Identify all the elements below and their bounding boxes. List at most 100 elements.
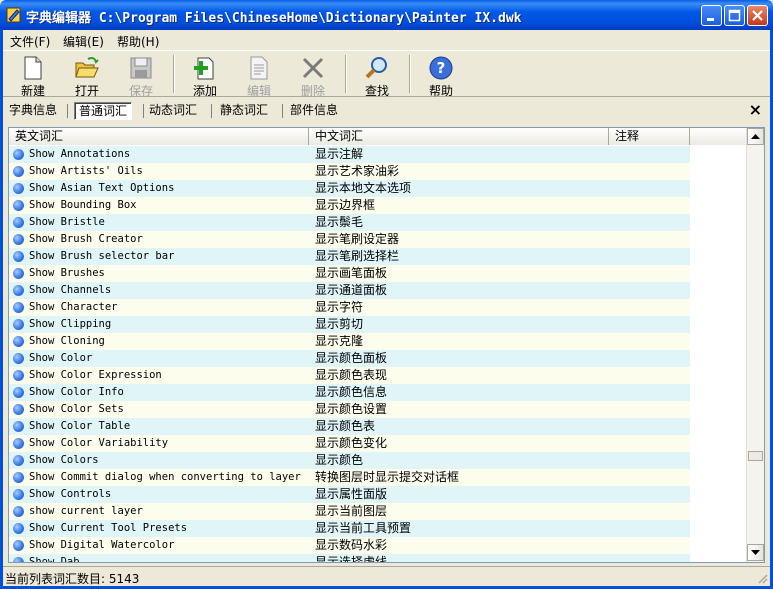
chinese-word: 显示颜色表现	[309, 367, 609, 384]
menu-help[interactable]: 帮助(H)	[117, 33, 159, 50]
english-cell: Show Color Sets	[9, 401, 309, 418]
english-cell: Show Brush selector bar	[9, 248, 309, 265]
maximize-button[interactable]	[724, 5, 745, 26]
add-button[interactable]: 添加	[179, 53, 231, 98]
table-row[interactable]: Show Asian Text Options 显示本地文本选项	[9, 180, 747, 197]
table-row[interactable]: Show Color 显示颜色面板	[9, 350, 747, 367]
header-chinese[interactable]: 中文词汇	[309, 128, 609, 145]
chinese-word: 显示艺术家油彩	[309, 163, 609, 180]
table-row[interactable]: Show Bounding Box 显示边界框	[9, 197, 747, 214]
header-english[interactable]: 英文词汇	[9, 128, 309, 145]
english-cell: Show Color Table	[9, 418, 309, 435]
word-bullet-icon	[13, 540, 24, 551]
new-button[interactable]: 新建	[7, 53, 59, 98]
table-row[interactable]: Show Commit dialog when converting to la…	[9, 469, 747, 486]
search-magnifier-icon	[365, 57, 387, 79]
maximize-icon	[728, 9, 741, 22]
tab-dynamic-words[interactable]: 动态词汇	[145, 102, 201, 120]
word-count-status: 当前列表词汇数目: 5143	[5, 572, 140, 586]
chinese-word: 显示颜色设置	[309, 401, 609, 418]
word-list[interactable]: 英文词汇 中文词汇 注释 Show Annotations 显示注解 Show Ar…	[8, 127, 765, 563]
table-row[interactable]: Show Bristle 显示鬃毛	[9, 214, 747, 231]
table-row[interactable]: Show Dab 显示选择虚线	[9, 554, 747, 563]
english-word: Show Digital Watercolor	[29, 539, 175, 551]
chinese-word: 显示数码水彩	[309, 537, 609, 554]
edit-label: 编辑	[246, 84, 271, 98]
tab-static-words[interactable]: 静态词汇	[216, 102, 272, 120]
chinese-word: 显示画笔面板	[309, 265, 609, 282]
english-word: Show Dab	[29, 556, 80, 563]
table-row[interactable]: Show Color Sets 显示颜色设置	[9, 401, 747, 418]
table-row[interactable]: Show Controls 显示属性面版	[9, 486, 747, 503]
table-row[interactable]: Show Color Expression 显示颜色表现	[9, 367, 747, 384]
english-word: Show Color Sets	[29, 403, 124, 415]
close-tab-icon[interactable]: ×	[749, 102, 762, 118]
scroll-thumb[interactable]	[748, 451, 763, 461]
chinese-word: 显示颜色面板	[309, 350, 609, 367]
chinese-word: 显示本地文本选项	[309, 180, 609, 197]
table-row[interactable]: Show Artists' Oils 显示艺术家油彩	[9, 163, 747, 180]
table-row[interactable]: Show Clipping 显示剪切	[9, 316, 747, 333]
add-label: 添加	[192, 84, 217, 98]
help-button[interactable]: ? 帮助	[415, 53, 467, 98]
scroll-down-button[interactable]	[747, 544, 764, 561]
header-note[interactable]: 注释	[609, 128, 690, 145]
tab-dict-info[interactable]: 字典信息	[5, 102, 61, 120]
note-cell	[609, 367, 690, 384]
english-cell: Show Clipping	[9, 316, 309, 333]
table-row[interactable]: Show Color Variability 显示颜色变化	[9, 435, 747, 452]
edit-button[interactable]: 编辑	[233, 53, 285, 98]
table-row[interactable]: Show Annotations 显示注解	[9, 146, 747, 163]
vertical-scrollbar[interactable]	[746, 128, 764, 562]
table-row[interactable]: Show Channels 显示通道面板	[9, 282, 747, 299]
table-row[interactable]: show current layer 显示当前图层	[9, 503, 747, 520]
find-button[interactable]: 查找	[351, 53, 403, 98]
table-row[interactable]: Show Digital Watercolor 显示数码水彩	[9, 537, 747, 554]
word-bullet-icon	[13, 421, 24, 432]
edit-document-icon	[250, 56, 268, 80]
word-bullet-icon	[13, 319, 24, 330]
english-cell: Show Brush Creator	[9, 231, 309, 248]
scroll-up-button[interactable]	[747, 128, 764, 145]
delete-x-icon	[302, 57, 324, 79]
table-row[interactable]: Show Current Tool Presets 显示当前工具预置	[9, 520, 747, 537]
menu-file[interactable]: 文件(F)	[10, 33, 50, 50]
note-cell	[609, 282, 690, 299]
table-row[interactable]: Show Brush selector bar 显示笔刷选择栏	[9, 248, 747, 265]
english-word: Show Current Tool Presets	[29, 522, 188, 534]
open-button[interactable]: 打开	[61, 53, 113, 98]
english-word: Show Cloning	[29, 335, 105, 347]
word-bullet-icon	[13, 387, 24, 398]
chinese-word: 显示字符	[309, 299, 609, 316]
table-row[interactable]: Show Brushes 显示画笔面板	[9, 265, 747, 282]
note-cell	[609, 350, 690, 367]
table-row[interactable]: Show Colors 显示颜色	[9, 452, 747, 469]
menu-edit[interactable]: 编辑(E)	[63, 33, 104, 50]
minimize-button[interactable]	[701, 5, 722, 26]
table-row[interactable]: Show Color Table 显示颜色表	[9, 418, 747, 435]
chinese-word: 显示笔刷选择栏	[309, 248, 609, 265]
table-row[interactable]: Show Brush Creator 显示笔刷设定器	[9, 231, 747, 248]
english-cell: Show Character	[9, 299, 309, 316]
tab-parts-info[interactable]: 部件信息	[286, 102, 342, 120]
save-button[interactable]: 保存	[115, 53, 167, 98]
english-word: show current layer	[29, 505, 143, 517]
table-row[interactable]: Show Character 显示字符	[9, 299, 747, 316]
toolbar: 新建 打开 保存 添加 编辑 删除 查找 ? 帮助	[3, 50, 770, 98]
close-window-button[interactable]	[747, 5, 768, 26]
tab-bar: 字典信息 普通词汇 动态词汇 静态词汇 部件信息 ×	[3, 98, 770, 124]
add-plus-icon	[194, 57, 214, 80]
open-folder-icon	[75, 57, 99, 78]
word-bullet-icon	[13, 200, 24, 211]
resize-grip-icon[interactable]	[756, 572, 768, 584]
tab-common-words[interactable]: 普通词汇	[74, 102, 133, 120]
note-cell	[609, 520, 690, 537]
english-word: Show Color Info	[29, 386, 124, 398]
delete-button[interactable]: 删除	[287, 53, 339, 98]
chinese-word: 显示属性面版	[309, 486, 609, 503]
table-row[interactable]: Show Cloning 显示克隆	[9, 333, 747, 350]
word-bullet-icon	[13, 523, 24, 534]
table-row[interactable]: Show Color Info 显示颜色信息	[9, 384, 747, 401]
english-word: Show Colors	[29, 454, 99, 466]
english-word: Show Commit dialog when converting to la…	[29, 471, 301, 483]
